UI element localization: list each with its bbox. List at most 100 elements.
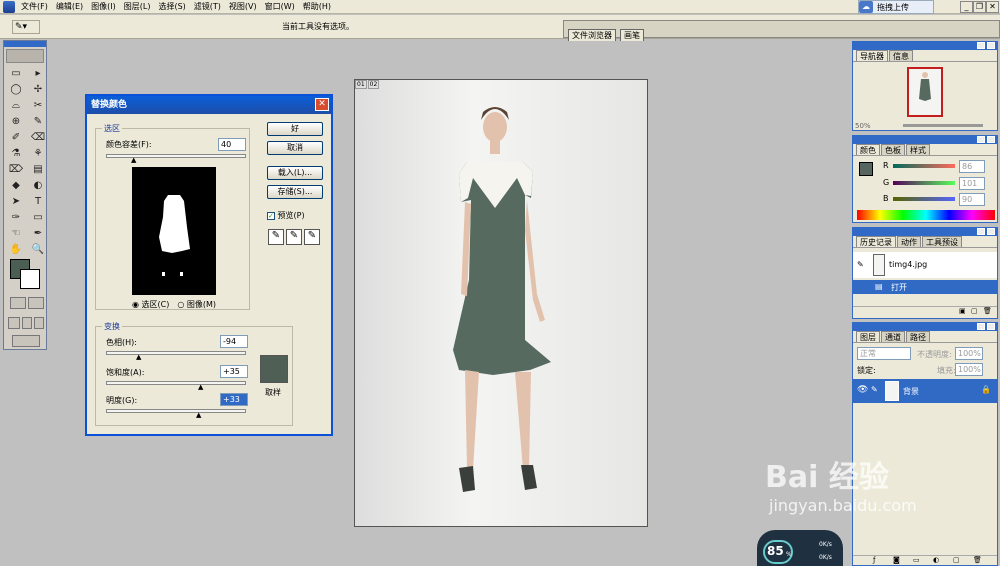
lightness-slider-thumb[interactable]: ▲ bbox=[196, 411, 202, 419]
tool-preset-picker[interactable]: ✎▾ bbox=[12, 20, 40, 34]
tab-styles[interactable]: 样式 bbox=[906, 144, 930, 155]
history-snapshot-row[interactable]: ✎ timg4.jpg bbox=[853, 252, 997, 278]
sample-color-swatch[interactable] bbox=[260, 355, 288, 383]
notes-tool-icon[interactable]: ☜ bbox=[7, 227, 25, 241]
fill-input[interactable]: 100% bbox=[955, 363, 983, 376]
panel-close-icon[interactable] bbox=[987, 136, 995, 143]
tab-layers[interactable]: 图层 bbox=[856, 331, 880, 342]
screen-mode-standard-icon[interactable] bbox=[8, 317, 20, 329]
eyedropper-minus-icon[interactable]: ✎ bbox=[304, 229, 320, 245]
new-layer-icon[interactable]: ▢ bbox=[953, 556, 960, 564]
opacity-input[interactable]: 100% bbox=[955, 347, 983, 360]
healing-brush-icon[interactable]: ⊕ bbox=[7, 115, 25, 129]
layer-row-background[interactable]: 👁 ✎ 背景 🔒 bbox=[853, 379, 997, 403]
blur-tool-icon[interactable]: ⌦ bbox=[7, 163, 25, 177]
magic-wand-tool-icon[interactable]: ✢ bbox=[29, 83, 47, 97]
save-button[interactable]: 存储(S)... bbox=[267, 185, 323, 199]
load-button[interactable]: 载入(L)... bbox=[267, 166, 323, 180]
delete-layer-icon[interactable]: 🗑 bbox=[973, 556, 982, 564]
panel-minimize-icon[interactable] bbox=[977, 323, 985, 330]
tab-history[interactable]: 历史记录 bbox=[856, 236, 896, 247]
screen-mode-full-menu-icon[interactable] bbox=[22, 317, 32, 329]
b-slider[interactable] bbox=[893, 197, 955, 201]
fuzziness-input[interactable]: 40 bbox=[218, 138, 246, 151]
color-fg-swatch[interactable] bbox=[859, 162, 873, 176]
hue-slider[interactable] bbox=[106, 351, 246, 355]
fuzziness-slider[interactable] bbox=[106, 154, 246, 158]
panel-minimize-icon[interactable] bbox=[977, 42, 985, 49]
tab-navigator[interactable]: 导航器 bbox=[856, 50, 888, 61]
saturation-input[interactable]: +35 bbox=[220, 365, 248, 378]
tab-info[interactable]: 信息 bbox=[889, 50, 913, 61]
navigator-thumbnail[interactable] bbox=[907, 67, 943, 117]
hue-input[interactable]: -94 bbox=[220, 335, 248, 348]
close-window-button[interactable]: ✕ bbox=[986, 1, 999, 13]
panel-minimize-icon[interactable] bbox=[977, 136, 985, 143]
dodge-tool-icon[interactable]: ▤ bbox=[29, 163, 47, 177]
saturation-slider-thumb[interactable]: ▲ bbox=[198, 383, 204, 391]
jump-to-imageready-icon[interactable] bbox=[12, 335, 40, 347]
menu-window[interactable]: 窗口(W) bbox=[261, 1, 299, 12]
menu-select[interactable]: 选择(S) bbox=[154, 1, 189, 12]
tab-file-browser[interactable]: 文件浏览器 bbox=[568, 29, 616, 41]
doc-tab-2[interactable]: 02 bbox=[367, 80, 380, 89]
tab-tool-presets[interactable]: 工具预设 bbox=[922, 236, 962, 247]
image-radio[interactable]: ○ 图像(M) bbox=[177, 299, 216, 310]
tab-swatches[interactable]: 色板 bbox=[881, 144, 905, 155]
hue-slider-thumb[interactable]: ▲ bbox=[136, 353, 142, 361]
b-input[interactable]: 90 bbox=[959, 193, 985, 206]
trash-icon[interactable]: 🗑 bbox=[983, 307, 992, 315]
move-tool-icon[interactable]: ▸ bbox=[29, 67, 47, 81]
document-canvas[interactable]: 01 02 bbox=[354, 79, 648, 527]
slice-tool-icon[interactable]: ✂ bbox=[29, 99, 47, 113]
menu-layer[interactable]: 图层(L) bbox=[120, 1, 155, 12]
panel-minimize-icon[interactable] bbox=[977, 228, 985, 235]
menu-image[interactable]: 图像(I) bbox=[87, 1, 120, 12]
upload-button[interactable]: ☁ 拖拽上传 bbox=[858, 0, 934, 14]
layer-style-icon[interactable]: ƒ bbox=[873, 556, 875, 564]
network-monitor-widget[interactable]: 85 % 0K/s 0K/s bbox=[757, 530, 843, 566]
saturation-slider[interactable] bbox=[106, 381, 246, 385]
lightness-slider[interactable] bbox=[106, 409, 246, 413]
tab-brushes[interactable]: 画笔 bbox=[620, 29, 644, 41]
selection-radio[interactable]: ◉ 选区(C) bbox=[132, 299, 169, 310]
pen-tool-icon[interactable]: ✑ bbox=[7, 211, 25, 225]
lightness-input[interactable]: +33 bbox=[220, 393, 248, 406]
blend-mode-select[interactable]: 正常 bbox=[857, 347, 911, 360]
crop-tool-icon[interactable]: ⌓ bbox=[7, 99, 25, 113]
shape-tool-icon[interactable]: ◐ bbox=[29, 179, 47, 193]
zoom-tool-icon[interactable]: 🔍 bbox=[29, 243, 47, 257]
gradient-tool-icon[interactable]: ⚘ bbox=[29, 147, 47, 161]
rectangle-tool-icon[interactable]: ▭ bbox=[29, 211, 47, 225]
tab-paths[interactable]: 路径 bbox=[906, 331, 930, 342]
background-color-swatch[interactable] bbox=[20, 269, 40, 289]
history-brush-icon[interactable]: ⌫ bbox=[29, 131, 47, 145]
panel-close-icon[interactable] bbox=[987, 323, 995, 330]
screen-mode-full-icon[interactable] bbox=[34, 317, 44, 329]
tab-channels[interactable]: 通道 bbox=[881, 331, 905, 342]
fuzziness-slider-thumb[interactable]: ▲ bbox=[131, 156, 137, 164]
navigator-zoom-slider[interactable] bbox=[903, 124, 983, 127]
color-ramp[interactable] bbox=[857, 210, 995, 220]
menu-help[interactable]: 帮助(H) bbox=[299, 1, 335, 12]
adjustment-layer-icon[interactable]: ◐ bbox=[933, 556, 939, 564]
menu-file[interactable]: 文件(F) bbox=[17, 1, 52, 12]
eyedropper-icon[interactable]: ✎ bbox=[268, 229, 284, 245]
navigator-zoom[interactable]: 50% bbox=[855, 122, 871, 130]
new-snapshot-icon[interactable]: ▣ bbox=[959, 307, 966, 315]
r-input[interactable]: 86 bbox=[959, 160, 985, 173]
menu-edit[interactable]: 编辑(E) bbox=[52, 1, 87, 12]
layer-mask-icon[interactable]: ◙ bbox=[893, 556, 900, 564]
eye-visibility-icon[interactable]: 👁 bbox=[857, 385, 868, 395]
lasso-tool-icon[interactable]: ◯ bbox=[7, 83, 25, 97]
eyedropper-plus-icon[interactable]: ✎ bbox=[286, 229, 302, 245]
hand-tool-icon[interactable]: ✋ bbox=[7, 243, 25, 257]
menu-view[interactable]: 视图(V) bbox=[225, 1, 261, 12]
doc-tab-1[interactable]: 01 bbox=[355, 80, 367, 89]
eyedropper-tool-icon[interactable]: ✒ bbox=[29, 227, 47, 241]
new-document-icon[interactable]: ▢ bbox=[971, 307, 978, 315]
selection-arrow-icon[interactable]: ➤ bbox=[7, 195, 25, 209]
tab-actions[interactable]: 动作 bbox=[897, 236, 921, 247]
r-slider[interactable] bbox=[893, 164, 955, 168]
eraser-tool-icon[interactable]: ⚗ bbox=[7, 147, 25, 161]
